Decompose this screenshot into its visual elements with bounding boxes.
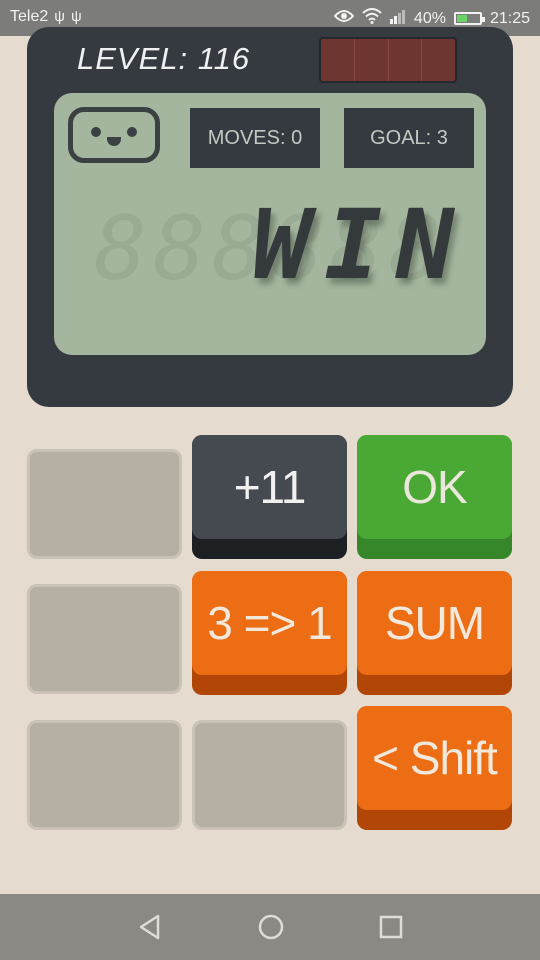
replace-3-with-1-button[interactable]: 3 => 1 [192, 571, 347, 695]
display-value: WIN [252, 189, 468, 301]
sum-button[interactable]: SUM [357, 571, 512, 695]
ok-label: OK [357, 435, 512, 539]
eye-icon [333, 9, 355, 28]
sum-label: SUM [357, 571, 512, 675]
robot-face-icon [68, 107, 160, 163]
add-11-label: +11 [192, 435, 347, 539]
clock: 21:25 [489, 9, 530, 27]
replace-label: 3 => 1 [192, 571, 347, 675]
goal-counter: GOAL: 3 [344, 108, 474, 168]
usb-icon: ψ [54, 8, 65, 25]
add-11-button[interactable]: +11 [192, 435, 347, 559]
ok-button[interactable]: OK [357, 435, 512, 559]
battery-percent: 40% [413, 9, 446, 27]
wifi-icon [362, 8, 382, 29]
shift-label: < Shift [357, 706, 512, 810]
blank-key [27, 584, 182, 694]
solar-panel [319, 37, 457, 83]
home-icon[interactable] [256, 912, 286, 947]
shift-left-button[interactable]: < Shift [357, 706, 512, 830]
calculator-screen: MOVES: 0 GOAL: 3 888888 WIN [54, 93, 486, 355]
recents-icon[interactable] [377, 912, 405, 947]
blank-key [192, 720, 347, 830]
calculator-body: LEVEL: 116 MOVES: 0 GOAL: 3 888888 WIN [27, 27, 513, 407]
back-icon[interactable] [136, 912, 164, 947]
blank-key [27, 720, 182, 830]
level-label: LEVEL: 116 [77, 41, 251, 76]
carrier-label: Tele2 [10, 8, 49, 25]
battery-charging-icon [453, 12, 485, 25]
usb-icon: ψ [70, 8, 82, 25]
blank-key [27, 449, 182, 559]
navigation-bar [0, 894, 540, 960]
signal-icon [389, 8, 406, 29]
moves-counter: MOVES: 0 [190, 108, 320, 168]
